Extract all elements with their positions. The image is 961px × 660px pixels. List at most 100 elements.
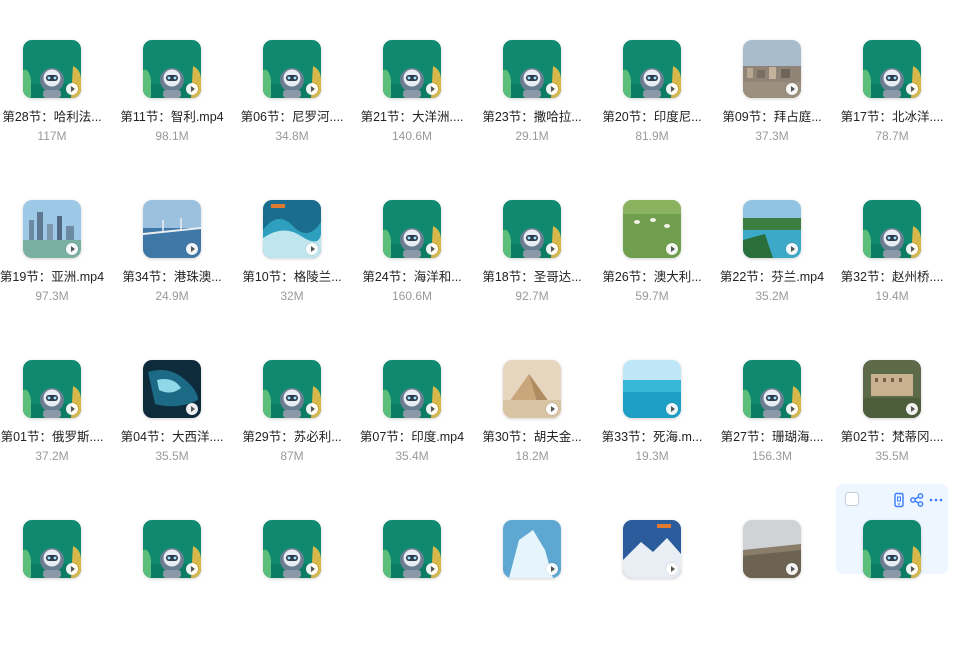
play-icon (546, 563, 558, 575)
file-size: 35.4M (395, 449, 429, 463)
video-thumbnail[interactable] (23, 360, 81, 418)
file-size: 98.1M (155, 129, 189, 143)
file-size: 59.7M (635, 289, 669, 303)
video-thumbnail[interactable] (143, 200, 201, 258)
video-thumbnail[interactable] (23, 200, 81, 258)
video-thumbnail[interactable] (263, 520, 321, 578)
video-thumbnail[interactable] (383, 200, 441, 258)
file-item[interactable]: 第04节：大西洋.... 35.5M (112, 350, 232, 500)
video-thumbnail[interactable] (383, 520, 441, 578)
video-thumbnail[interactable] (503, 200, 561, 258)
video-thumbnail[interactable] (503, 520, 561, 578)
file-item[interactable] (712, 510, 832, 660)
file-name: 第19节：亚洲.mp4 (0, 270, 105, 284)
video-thumbnail[interactable] (743, 200, 801, 258)
video-thumbnail[interactable] (263, 360, 321, 418)
file-name: 第29节：苏必利... (242, 430, 342, 444)
file-item[interactable]: 第28节：哈利法... 117M (0, 30, 112, 180)
file-item[interactable]: 第26节：澳大利... 59.7M (592, 190, 712, 340)
file-item[interactable]: 第34节：港珠澳... 24.9M (112, 190, 232, 340)
video-thumbnail[interactable] (263, 200, 321, 258)
video-thumbnail[interactable] (23, 520, 81, 578)
video-thumbnail[interactable] (143, 360, 201, 418)
play-icon (786, 403, 798, 415)
video-thumbnail[interactable] (863, 40, 921, 98)
file-name: 第26节：澳大利... (602, 270, 702, 284)
video-thumbnail[interactable] (503, 360, 561, 418)
video-thumbnail[interactable] (623, 200, 681, 258)
file-item[interactable]: 第23节：撒哈拉... 29.1M (472, 30, 592, 180)
video-thumbnail[interactable] (383, 360, 441, 418)
video-thumbnail[interactable] (143, 520, 201, 578)
file-name: 第34节：港珠澳... (122, 270, 222, 284)
video-thumbnail[interactable] (623, 520, 681, 578)
video-thumbnail[interactable] (23, 40, 81, 98)
play-icon (666, 563, 678, 575)
file-name: 第06节：尼罗河.... (240, 110, 344, 124)
video-thumbnail[interactable] (143, 40, 201, 98)
file-item[interactable]: 第01节：俄罗斯.... 37.2M (0, 350, 112, 500)
file-size: 35.5M (155, 449, 189, 463)
file-item[interactable]: 第07节：印度.mp4 35.4M (352, 350, 472, 500)
file-size: 19.3M (635, 449, 669, 463)
file-item[interactable]: 第18节：圣哥达... 92.7M (472, 190, 592, 340)
file-item[interactable]: 第17节：北冰洋.... 78.7M (832, 30, 952, 180)
file-size: 32M (280, 289, 304, 303)
file-item[interactable] (352, 510, 472, 660)
video-thumbnail[interactable] (743, 520, 801, 578)
file-item[interactable] (232, 510, 352, 660)
play-icon (186, 403, 198, 415)
file-item[interactable]: 第22节：芬兰.mp4 35.2M (712, 190, 832, 340)
play-icon (426, 563, 438, 575)
video-thumbnail[interactable] (863, 360, 921, 418)
file-item[interactable]: 第10节：格陵兰... 32M (232, 190, 352, 340)
file-item[interactable]: 第29节：苏必利... 87M (232, 350, 352, 500)
play-icon (906, 83, 918, 95)
video-thumbnail[interactable] (623, 40, 681, 98)
file-size: 35.2M (755, 289, 789, 303)
file-item[interactable]: 第06节：尼罗河.... 34.8M (232, 30, 352, 180)
file-size: 117M (37, 129, 67, 143)
file-item[interactable] (472, 510, 592, 660)
file-item[interactable]: 第32节：赵州桥.... 19.4M (832, 190, 952, 340)
file-name: 第33节：死海.m... (601, 430, 703, 444)
file-item[interactable]: 第30节：胡夫金... 18.2M (472, 350, 592, 500)
file-name: 第01节：俄罗斯.... (0, 430, 104, 444)
file-size: 160.6M (391, 289, 433, 303)
video-thumbnail[interactable] (623, 360, 681, 418)
file-item[interactable]: 第11节：智利.mp4 98.1M (112, 30, 232, 180)
video-thumbnail[interactable] (263, 40, 321, 98)
file-name: 第11节：智利.mp4 (120, 110, 224, 124)
video-thumbnail[interactable] (383, 40, 441, 98)
play-icon (186, 563, 198, 575)
file-item[interactable]: 第21节：大洋洲.... 140.6M (352, 30, 472, 180)
file-item[interactable] (592, 510, 712, 660)
play-icon (426, 83, 438, 95)
file-item[interactable]: 第09节：拜占庭... 37.3M (712, 30, 832, 180)
file-name: 第09节：拜占庭... (722, 110, 822, 124)
file-item[interactable] (112, 510, 232, 660)
file-item[interactable]: 第19节：亚洲.mp4 97.3M (0, 190, 112, 340)
file-size: 78.7M (875, 129, 909, 143)
file-item[interactable]: 第20节：印度尼... 81.9M (592, 30, 712, 180)
file-name: 第28节：哈利法... (2, 110, 102, 124)
file-item[interactable]: 第02节：梵蒂冈.... 35.5M (832, 350, 952, 500)
file-name: 第30节：胡夫金... (482, 430, 582, 444)
play-icon (426, 403, 438, 415)
play-icon (666, 83, 678, 95)
video-thumbnail[interactable] (743, 40, 801, 98)
file-size: 35.5M (875, 449, 909, 463)
file-item[interactable]: 第33节：死海.m... 19.3M (592, 350, 712, 500)
file-name: 第10节：格陵兰... (242, 270, 342, 284)
file-item[interactable]: 第27节：珊瑚海.... 156.3M (712, 350, 832, 500)
video-thumbnail[interactable] (863, 200, 921, 258)
file-size: 140.6M (391, 129, 433, 143)
file-item[interactable] (0, 510, 112, 660)
video-thumbnail[interactable] (743, 360, 801, 418)
file-name: 第22节：芬兰.mp4 (719, 270, 825, 284)
file-item[interactable] (832, 510, 952, 660)
video-thumbnail[interactable] (503, 40, 561, 98)
file-item[interactable]: 第24节：海洋和... 160.6M (352, 190, 472, 340)
play-icon (186, 83, 198, 95)
video-thumbnail[interactable] (863, 520, 921, 578)
